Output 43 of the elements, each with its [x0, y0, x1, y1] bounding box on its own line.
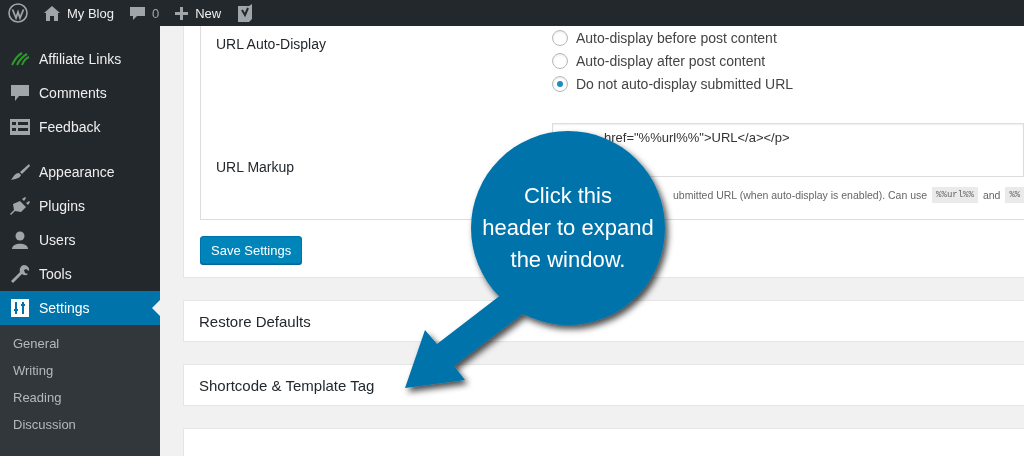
- field-description: ubmitted URL (when auto-display is enabled). Can use: [673, 189, 928, 201]
- submenu-item[interactable]: General: [0, 330, 160, 357]
- field-label: URL Auto-Display: [216, 36, 326, 52]
- sliders-icon: [10, 299, 30, 317]
- paintbrush-icon: [10, 163, 30, 181]
- sidebar-item[interactable]: Comments: [0, 76, 160, 110]
- submenu-item[interactable]: Reading: [0, 384, 160, 411]
- sidebar-item[interactable]: Tools: [0, 257, 160, 291]
- sidebar-item[interactable]: Feedback: [0, 110, 160, 144]
- sidebar-item[interactable]: Affiliate Links: [0, 42, 160, 76]
- field-description: and: [982, 189, 1001, 201]
- plus-icon: [175, 6, 189, 20]
- form-icon: [10, 119, 30, 135]
- radio-button[interactable]: [552, 75, 568, 92]
- wrench-icon: [10, 265, 30, 283]
- leaf-sprig-icon: [10, 51, 30, 67]
- comment-bubble-icon: [129, 5, 145, 21]
- comment-bubble-icon: [10, 84, 30, 102]
- site-name-link[interactable]: My Blog: [44, 5, 114, 21]
- radio-option[interactable]: Do not auto-display submitted URL: [552, 72, 1024, 95]
- code-snippet: %%url%%: [932, 187, 978, 203]
- user-icon: [10, 231, 30, 249]
- sidebar-item[interactable]: Users: [0, 223, 160, 257]
- sidebar-item[interactable]: Settings: [0, 291, 160, 325]
- comments-link[interactable]: 0: [129, 5, 160, 21]
- callout-text: Click this header to expand the window.: [481, 182, 655, 274]
- radio-option[interactable]: Auto-display before post content: [552, 26, 1024, 49]
- home-icon: [44, 5, 60, 21]
- sidebar-item[interactable]: Appearance: [0, 155, 160, 189]
- field-label: URL Markup: [216, 159, 295, 175]
- new-link[interactable]: New: [175, 5, 222, 21]
- submenu-item[interactable]: Discussion: [0, 411, 160, 438]
- submenu-item[interactable]: Writing: [0, 357, 160, 384]
- y-logo-icon[interactable]: [237, 4, 254, 22]
- save-settings-button[interactable]: Save Settings: [200, 236, 303, 264]
- plug-icon: [10, 197, 30, 215]
- sidebar-item[interactable]: Plugins: [0, 189, 160, 223]
- radio-button[interactable]: [552, 52, 568, 69]
- section-header[interactable]: Shortcode & Template Tag: [183, 364, 1024, 406]
- radio-option[interactable]: Auto-display after post content: [552, 49, 1024, 72]
- wordpress-logo-icon[interactable]: [8, 3, 28, 23]
- code-snippet: %%: [1005, 187, 1024, 203]
- radio-button[interactable]: [552, 29, 568, 46]
